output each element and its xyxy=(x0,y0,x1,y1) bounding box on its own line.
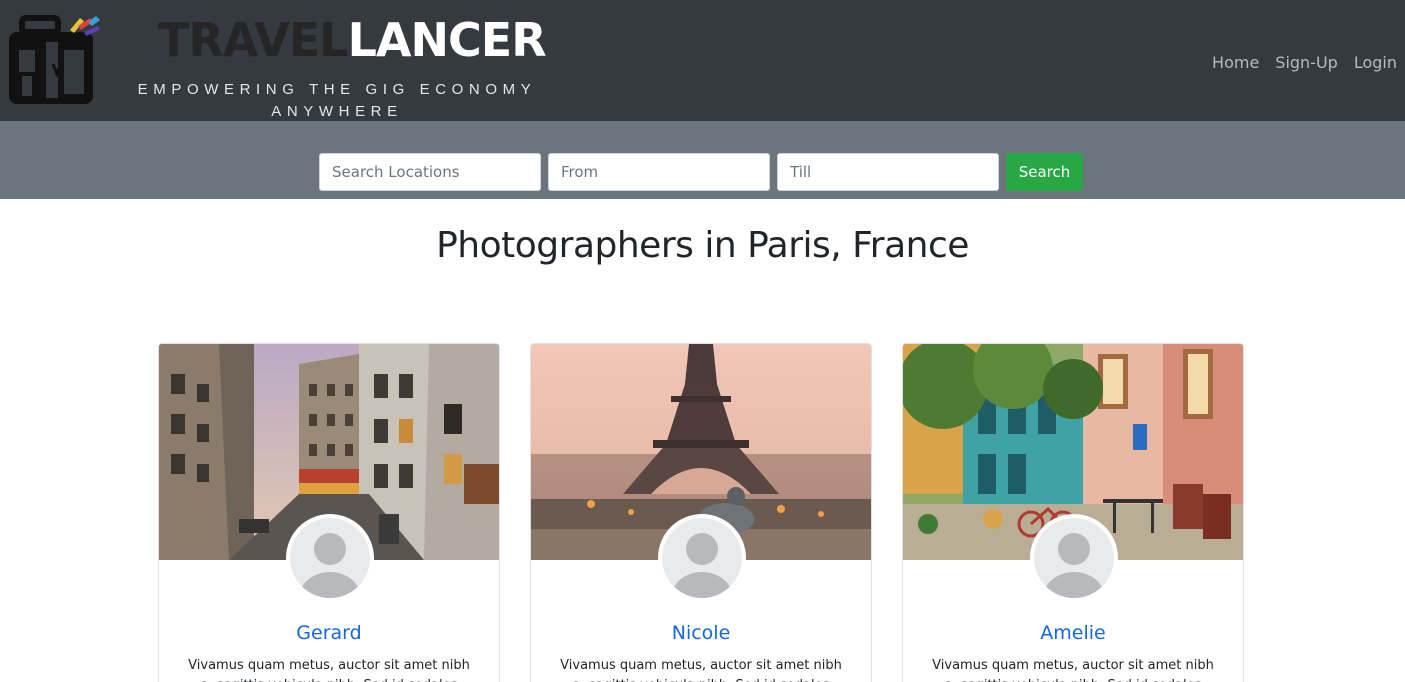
photographer-card: Amelie Vivamus quam metus, auctor sit am… xyxy=(902,343,1244,682)
photographer-description: Vivamus quam metus, auctor sit amet nibh… xyxy=(932,658,1214,682)
photographer-card: Nicole Vivamus quam metus, auctor sit am… xyxy=(530,343,872,682)
avatar[interactable] xyxy=(1030,514,1118,602)
photographer-name-link[interactable]: Gerard xyxy=(159,620,499,646)
till-date-input[interactable] xyxy=(777,153,999,191)
from-date-input[interactable] xyxy=(548,153,770,191)
search-location-input[interactable] xyxy=(319,153,541,191)
avatar[interactable] xyxy=(658,514,746,602)
nav-login-link[interactable]: Login xyxy=(1354,50,1397,76)
brand-tagline: EMPOWERING THE GIG ECONOMY ANYWHERE xyxy=(137,81,537,120)
photographer-name-link[interactable]: Amelie xyxy=(903,620,1243,646)
search-button[interactable]: Search xyxy=(1006,153,1083,191)
brand-wordmark[interactable]: TRAVELLANCER xyxy=(158,12,547,68)
nav-links: Home Sign-Up Login xyxy=(1196,50,1405,76)
brand-travel: TRAVEL xyxy=(158,13,349,67)
photographer-description: Vivamus quam metus, auctor sit amet nibh… xyxy=(188,658,470,682)
top-navbar: TRAVELLANCER EMPOWERING THE GIG ECONOMY … xyxy=(0,0,1405,121)
search-bar: Search xyxy=(0,121,1405,199)
photographer-description: Vivamus quam metus, auctor sit amet nibh… xyxy=(560,658,842,682)
suitcase-icon[interactable] xyxy=(6,12,106,106)
nav-signup-link[interactable]: Sign-Up xyxy=(1275,50,1338,76)
page-title: Photographers in Paris, France xyxy=(436,225,969,266)
photographer-name-link[interactable]: Nicole xyxy=(531,620,871,646)
avatar[interactable] xyxy=(286,514,374,602)
photographer-card: Gerard Vivamus quam metus, auctor sit am… xyxy=(158,343,500,682)
brand-lancer: LANCER xyxy=(347,13,547,67)
nav-home-link[interactable]: Home xyxy=(1212,50,1259,76)
